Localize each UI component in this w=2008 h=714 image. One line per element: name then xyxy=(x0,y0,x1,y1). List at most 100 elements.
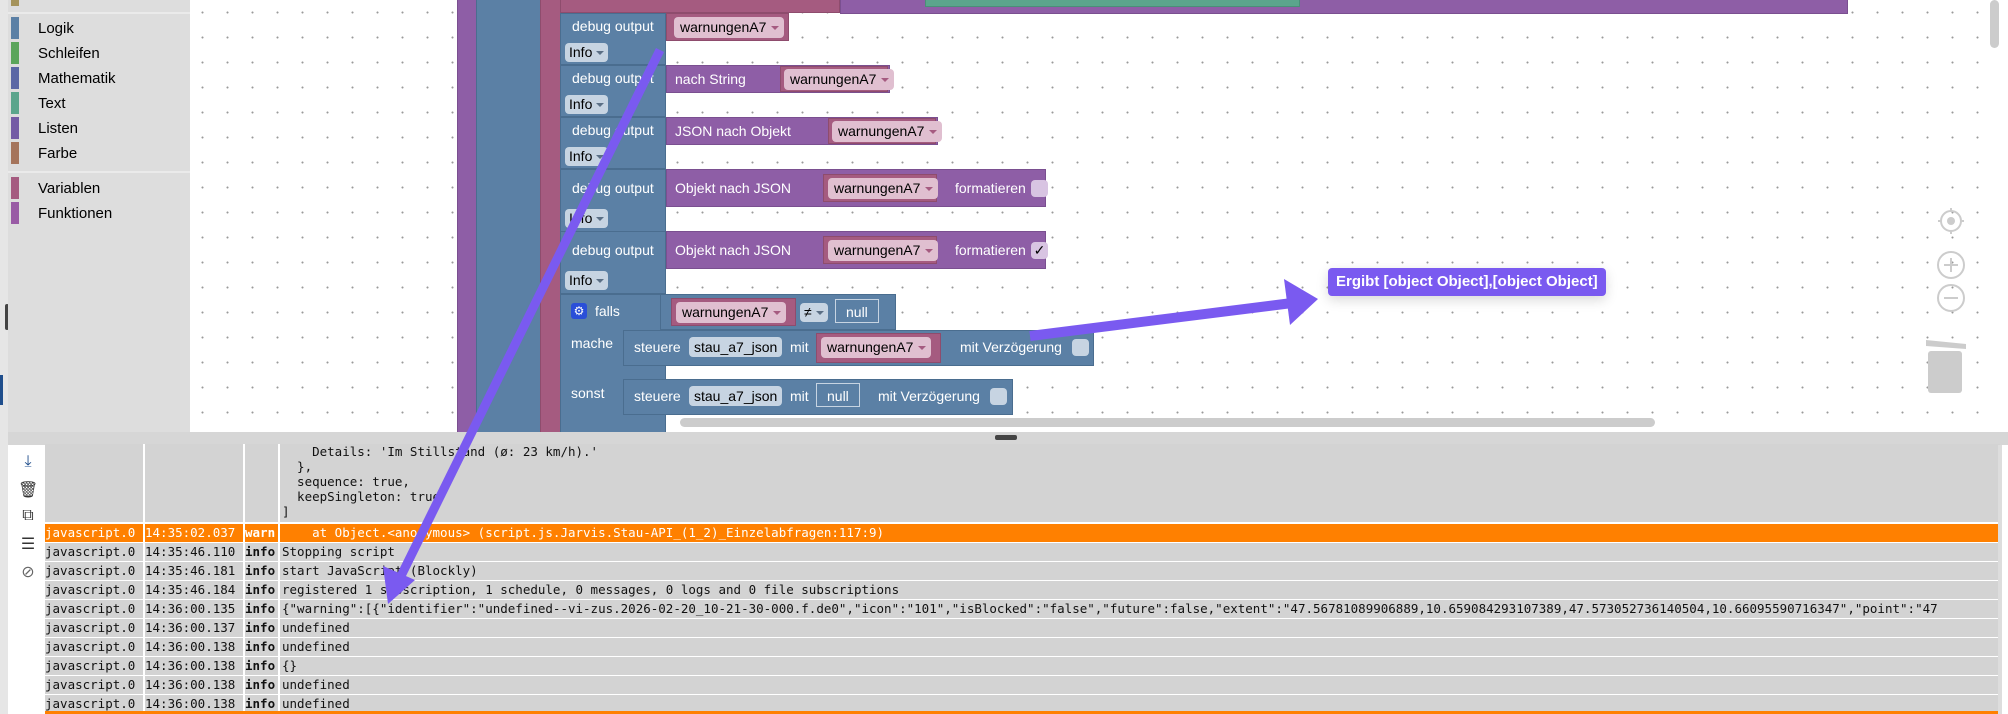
top-text-block[interactable] xyxy=(925,0,1300,7)
toolbox-item-partial[interactable] xyxy=(11,0,19,6)
log-row: javascript.0 14:36:00.138 info{} xyxy=(45,657,2000,675)
format-checkbox[interactable]: ✓ xyxy=(1031,242,1048,259)
format-label: formatieren xyxy=(955,180,1026,196)
log-level-dropdown[interactable]: Info xyxy=(565,147,609,166)
object-to-json-label: Objekt nach JSON xyxy=(675,180,791,196)
copy-icon[interactable]: ⧉ xyxy=(18,507,38,527)
toolbox: Logik Schleifen Mathematik Text Listen F… xyxy=(8,0,190,432)
log-message: undefined xyxy=(278,619,2000,637)
toolbox-item-mathematik[interactable]: Mathematik xyxy=(8,66,190,90)
clear-log-icon[interactable]: 🗑 xyxy=(18,480,38,500)
log-level-dropdown[interactable]: Info xyxy=(565,271,609,290)
log-message: at Object.<anonymous> (script.js.Jarvis.… xyxy=(278,524,2000,542)
debug-output-label: debug output xyxy=(572,18,654,34)
variable-dropdown[interactable]: warnungenA7 xyxy=(674,17,785,38)
variable-block-frame[interactable] xyxy=(540,0,562,432)
with-label: mit xyxy=(790,388,809,404)
log-row: javascript.0 14:36:00.138 info undefined xyxy=(45,638,2000,656)
null-block[interactable]: null xyxy=(835,299,879,323)
do-label: mache xyxy=(571,335,614,351)
variable-dropdown[interactable]: warnungenA7 xyxy=(828,240,939,261)
log-level-dropdown[interactable]: Info xyxy=(565,43,609,62)
debug-output-label: debug output xyxy=(572,180,654,196)
edge-marker xyxy=(0,375,3,405)
category-color xyxy=(11,17,19,39)
result-annotation: Ergibt [object Object],[object Object] xyxy=(1328,268,1606,296)
log-level-dropdown[interactable]: Info xyxy=(565,209,609,228)
toolbox-label: Logik xyxy=(38,19,74,37)
hide-icon[interactable]: ⊘ xyxy=(18,562,38,582)
delay-label: mit Verzögerung xyxy=(878,388,980,404)
log-message: Details: 'Im Stillstand (ø: 23 km/h).' }… xyxy=(278,444,2000,522)
toolbox-label: Schleifen xyxy=(38,44,100,62)
log-row: javascript.0 14:36:00.135 info {"warning":[… xyxy=(45,600,2000,618)
set-label: steuere xyxy=(634,339,681,355)
format-checkbox[interactable] xyxy=(1031,180,1048,197)
splitter-handle[interactable] xyxy=(995,435,1017,440)
log-time: 14:35:02.037 xyxy=(143,524,243,542)
log-source xyxy=(45,444,143,522)
list-view-icon[interactable]: ☰ xyxy=(18,534,38,554)
log-row: javascript.0 14:35:46.181 info start JavaSc… xyxy=(45,562,2000,580)
to-string-label: nach String xyxy=(675,71,746,87)
delay-label: mit Verzögerung xyxy=(960,339,1062,355)
if-label: falls xyxy=(595,303,620,319)
toolbox-item-variablen[interactable]: Variablen xyxy=(8,176,190,200)
gear-icon[interactable]: ⚙ xyxy=(571,303,587,319)
delay-checkbox[interactable] xyxy=(990,388,1007,405)
state-id-field[interactable]: stau_a7_json xyxy=(689,337,783,357)
log-source: javascript.0 xyxy=(45,658,136,673)
state-id-field[interactable]: stau_a7_json xyxy=(689,386,783,406)
toolbox-item-logik[interactable]: Logik xyxy=(8,16,190,40)
category-color xyxy=(11,142,19,164)
variable-dropdown[interactable]: warnungenA7 xyxy=(832,121,943,142)
log-row: javascript.0 14:36:00.137 info undefined xyxy=(45,619,2000,637)
json-to-object-label: JSON nach Objekt xyxy=(675,123,791,139)
toolbox-item-schleifen[interactable]: Schleifen xyxy=(8,41,190,65)
category-color xyxy=(11,92,19,114)
zoom-in-icon[interactable] xyxy=(1936,250,1966,280)
delay-checkbox[interactable] xyxy=(1072,339,1089,356)
log-level: info xyxy=(243,619,278,637)
log-message: registered 1 subscription, 1 schedule, 0… xyxy=(278,581,2000,599)
toolbox-item-listen[interactable]: Listen xyxy=(8,116,190,140)
scroll-to-bottom-icon[interactable]: ⤓ xyxy=(18,453,38,473)
debug-output-label: debug output xyxy=(572,122,654,138)
null-block[interactable]: null xyxy=(816,383,860,407)
top-block[interactable] xyxy=(560,0,840,13)
log-time: 14:36:00.137 xyxy=(143,619,243,637)
center-workspace-icon[interactable] xyxy=(1936,206,1966,236)
set-label: steuere xyxy=(634,388,681,404)
with-label: mit xyxy=(790,339,809,355)
toolbox-item-text[interactable]: Text xyxy=(8,91,190,115)
log-time: 14:36:00.138 xyxy=(143,657,243,675)
variable-dropdown[interactable]: warnungenA7 xyxy=(784,69,895,90)
log-source: javascript.0 xyxy=(45,677,136,692)
toolbox-label: Farbe xyxy=(38,144,78,162)
variable-dropdown[interactable]: warnungenA7 xyxy=(828,178,939,199)
operator-dropdown[interactable]: ≠ xyxy=(800,303,828,322)
vertical-scrollbar[interactable] xyxy=(1990,0,1999,48)
toolbox-item-farbe[interactable]: Farbe xyxy=(8,141,190,165)
horizontal-scrollbar[interactable] xyxy=(680,418,1655,427)
trash-icon[interactable] xyxy=(1924,335,1966,395)
blockly-workspace[interactable]: debug output Info warnungenA7 debug outp… xyxy=(190,0,2000,432)
function-block-frame[interactable] xyxy=(457,0,477,432)
zoom-out-icon[interactable] xyxy=(1936,283,1966,313)
debug-output-label: debug output xyxy=(572,242,654,258)
else-label: sonst xyxy=(571,385,605,401)
log-time: 14:35:46.110 xyxy=(143,543,243,561)
log-row: javascript.0 14:35:02.037 warn at Object.<… xyxy=(45,524,2000,542)
log-source: javascript.0 xyxy=(45,620,136,635)
variable-dropdown[interactable]: warnungenA7 xyxy=(676,302,787,323)
log-row: Details: 'Im Stillstand (ø: 23 km/h).' }… xyxy=(45,444,2000,522)
toolbox-label: Mathematik xyxy=(38,69,116,87)
left-edge-strip xyxy=(0,0,8,714)
log-level: info xyxy=(243,562,278,580)
toolbox-item-funktionen[interactable]: Funktionen xyxy=(8,201,190,225)
log-vertical-scrollbar[interactable] xyxy=(1998,445,2002,714)
object-to-json-label: Objekt nach JSON xyxy=(675,242,791,258)
variable-dropdown[interactable]: warnungenA7 xyxy=(821,337,932,358)
log-level-dropdown[interactable]: Info xyxy=(565,95,609,114)
loop-block-frame[interactable] xyxy=(476,0,541,432)
